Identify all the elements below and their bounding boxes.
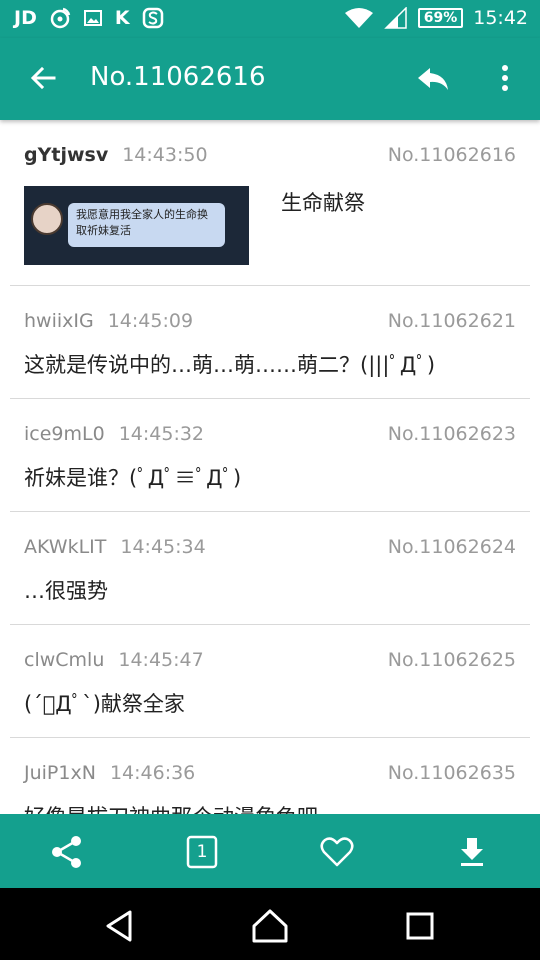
jd-app-icon: JD [14, 7, 37, 29]
post-number: No.11062616 [387, 144, 516, 166]
image-chat-bubble: 我愿意用我全家人的生命换取祈妹复活 [68, 203, 225, 247]
page-title: No.11062616 [90, 62, 266, 92]
post-item[interactable]: ice9mL0 14:45:32 No.11062623 祈妹是谁？(ﾟДﾟ≡ﾟ… [10, 399, 530, 512]
clock: 15:42 [473, 7, 528, 29]
post-meta: JuiP1xN 14:46:36 No.11062635 [24, 738, 516, 790]
post-text: 祈妹是谁？(ﾟДﾟ≡ﾟДﾟ) [24, 466, 242, 490]
wifi-icon [344, 8, 373, 28]
post-number: No.11062635 [387, 762, 516, 784]
post-user-id: gYtjwsv [24, 144, 109, 166]
download-icon[interactable] [452, 832, 492, 872]
image-icon [83, 10, 102, 26]
post-item[interactable]: hwiixIG 14:45:09 No.11062621 这就是传说中的…萌…萌… [10, 286, 530, 399]
weibo-icon [50, 7, 71, 29]
reply-icon[interactable] [414, 58, 454, 98]
post-time: 14:43:50 [122, 144, 208, 166]
post-number: No.11062623 [387, 423, 516, 445]
post-user-id: JuiP1xN [24, 762, 96, 784]
bottom-action-bar: 1 [0, 814, 540, 888]
post-item[interactable]: clwCmlu 14:45:47 No.11062625 (´ﾟДﾟ`)献祭全家 [10, 625, 530, 738]
post-text: …很强势 [24, 579, 108, 603]
nav-back-icon[interactable] [98, 906, 142, 946]
app-bar: No.11062616 [0, 38, 540, 120]
post-time: 14:46:36 [109, 762, 196, 784]
nav-home-icon[interactable] [248, 906, 292, 946]
system-navigation-bar [0, 888, 540, 960]
status-notification-icons: JD K [14, 6, 164, 30]
nav-recents-icon[interactable] [398, 906, 442, 946]
post-meta: gYtjwsv 14:43:50 No.11062616 [24, 120, 516, 172]
post-user-id: AKWkLIT [24, 536, 107, 558]
back-arrow-icon[interactable] [24, 58, 64, 98]
post-time: 14:45:47 [118, 649, 204, 671]
status-system-icons: 69% 15:42 [344, 6, 528, 30]
post-number: No.11062624 [387, 536, 516, 558]
post-time: 14:45:34 [120, 536, 206, 558]
more-options-icon[interactable] [490, 58, 520, 98]
post-meta: clwCmlu 14:45:47 No.11062625 [24, 625, 516, 677]
post-content: 我愿意用我全家人的生命换取祈妹复活 生命献祭 [24, 172, 516, 285]
post-user-id: ice9mL0 [24, 423, 105, 445]
thread-list[interactable]: gYtjwsv 14:43:50 No.11062616 我愿意用我全家人的生命… [0, 120, 540, 814]
post-image[interactable]: 我愿意用我全家人的生命换取祈妹复活 [24, 186, 249, 265]
post-user-id: hwiixIG [24, 310, 94, 332]
signal-icon [383, 7, 407, 29]
s-app-icon [142, 7, 163, 29]
k-app-icon: K [114, 7, 130, 29]
post-text: 这就是传说中的…萌…萌……萌二？(|||ﾟДﾟ) [24, 353, 436, 377]
page-jump-button[interactable]: 1 [182, 832, 222, 872]
post-text: 生命献祭 [281, 191, 365, 215]
post-number: No.11062621 [387, 310, 516, 332]
post-item[interactable]: AKWkLIT 14:45:34 No.11062624 …很强势 [10, 512, 530, 625]
post-number: No.11062625 [387, 649, 516, 671]
post-meta: AKWkLIT 14:45:34 No.11062624 [24, 512, 516, 564]
favorite-heart-icon[interactable] [317, 832, 357, 872]
status-bar: JD K 69% 15:42 [0, 0, 540, 38]
page-number: 1 [196, 842, 208, 862]
battery-indicator: 69% [417, 8, 464, 28]
post-item[interactable]: gYtjwsv 14:43:50 No.11062616 我愿意用我全家人的生命… [10, 120, 530, 286]
post-time: 14:45:09 [107, 310, 194, 332]
post-time: 14:45:32 [118, 423, 205, 445]
post-text: (´ﾟДﾟ`)献祭全家 [24, 692, 185, 716]
share-icon[interactable] [47, 832, 87, 872]
image-avatar [31, 203, 63, 235]
post-item[interactable]: JuiP1xN 14:46:36 No.11062635 好像是拔刀神曲那个动漫… [10, 738, 530, 814]
post-meta: ice9mL0 14:45:32 No.11062623 [24, 399, 516, 451]
post-user-id: clwCmlu [24, 649, 105, 671]
post-meta: hwiixIG 14:45:09 No.11062621 [24, 286, 516, 338]
post-text: 好像是拔刀神曲那个动漫角色吧 [24, 790, 516, 814]
